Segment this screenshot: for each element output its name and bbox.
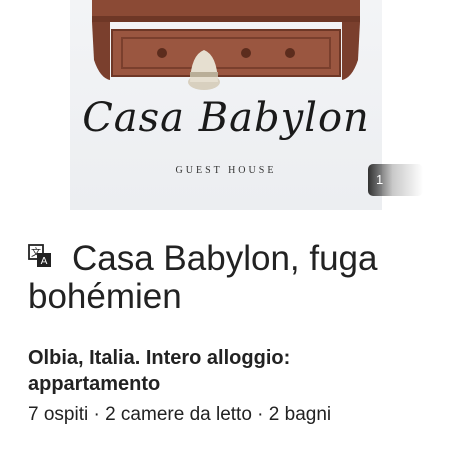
listing-location: Olbia, Italia. Intero alloggio: appartam…: [28, 347, 291, 395]
photo-page-indicator: 1: [368, 164, 423, 196]
listing-title: Casa Babylon, fuga bohémien: [28, 239, 378, 316]
logo-title: Casa Babylon: [82, 95, 370, 141]
svg-text:A: A: [41, 256, 48, 267]
logo-subtitle: GUEST HOUSE: [175, 165, 277, 176]
listing-title-row: 文 A Casa Babylon, fuga bohémien: [28, 240, 428, 316]
translate-icon[interactable]: 文 A: [28, 244, 52, 268]
coat-rack-shelf-image: [92, 0, 360, 90]
listing-photo[interactable]: Casa Babylon GUEST HOUSE: [70, 0, 382, 210]
listing-details: 7 ospiti · 2 camere da letto · 2 bagni: [28, 404, 332, 425]
